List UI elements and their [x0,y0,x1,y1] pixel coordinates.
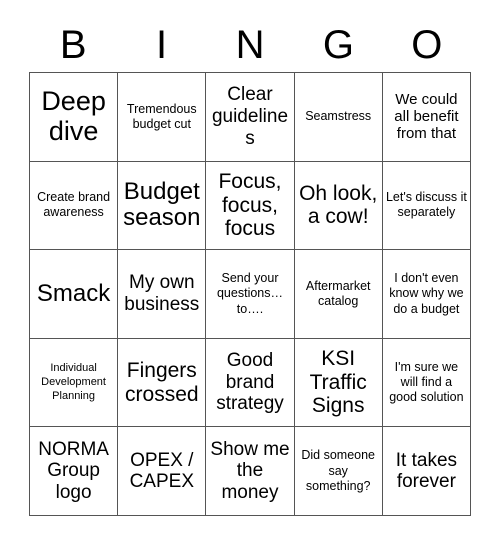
bingo-cell-label: We could all benefit from that [394,90,459,143]
bingo-cell-r5c1[interactable]: NORMA Group logo [30,427,119,516]
bingo-cell-r4c3[interactable]: Good brand strategy [206,338,295,428]
bingo-cell-label: Send your questions… to…. [216,271,283,316]
bingo-header-letter-o: O [411,23,443,67]
bingo-cell-r5c2[interactable]: OPEX / CAPEX [118,427,207,516]
bingo-cell-r1c4[interactable]: Seamstress [294,73,383,162]
bingo-card: B I N G O Deep dive Tremendous budget cut… [0,0,500,544]
bingo-cell-r2c1[interactable]: Create brand awareness [30,161,119,251]
bingo-cell-r1c1[interactable]: Deep dive [30,73,119,162]
bingo-cell-label: I don't even know why we do a budget [389,271,464,316]
bingo-cell-r4c2[interactable]: Fingers crossed [118,338,207,428]
bingo-header-letter-i: I [156,23,168,67]
bingo-cell-label: Tremendous budget cut [126,101,197,131]
bingo-cell-r2c5[interactable]: Let's discuss it separately [382,161,471,251]
bingo-cell-label: Individual Development Planning [41,361,106,402]
bingo-header-row: B I N G O [29,18,471,72]
bingo-cell-label: Fingers crossed [125,358,199,406]
bingo-cell-label: NORMA Group logo [38,438,109,504]
bingo-cell-r3c2[interactable]: My own business [118,250,207,339]
bingo-grid: Deep dive Tremendous budget cut Clear guid… [29,72,471,516]
bingo-cell-label: OPEX / CAPEX [129,449,194,493]
bingo-header-letter-b: B [59,23,87,67]
bingo-cell-r2c4[interactable]: Oh look, a cow! [294,161,383,251]
bingo-cell-label: Aftermarket catalog [305,278,371,308]
bingo-cell-r1c2[interactable]: Tremendous budget cut [118,73,207,162]
bingo-cell-label: Create brand awareness [37,190,111,220]
bingo-cell-r4c5[interactable]: I'm sure we will find a good solution [382,338,471,428]
bingo-cell-r2c2[interactable]: Budget season [118,161,207,251]
bingo-cell-r1c3[interactable]: Clear guidelines [206,73,295,162]
bingo-cell-label: I'm sure we will find a good solution [389,359,464,405]
bingo-cell-label: KSI Traffic Signs [309,347,367,418]
bingo-header-letter-n: N [235,23,265,67]
bingo-cell-r4c4[interactable]: KSI Traffic Signs [294,338,383,428]
bingo-cell-r3c1[interactable]: Smack [30,250,119,339]
bingo-cell-label: Smack [36,279,111,307]
bingo-cell-label: It takes forever [395,449,458,493]
bingo-cell-label: Oh look, a cow! [299,181,378,229]
bingo-cell-label: Seamstress [305,109,372,124]
bingo-header-letter-g: G [322,23,354,67]
bingo-cell-r3c3[interactable]: Send your questions… to…. [206,250,295,339]
bingo-cell-label: Clear guidelines [211,84,289,149]
bingo-cell-label: Deep dive [41,86,106,146]
bingo-cell-r4c1[interactable]: Individual Development Planning [30,338,119,428]
bingo-cell-r5c5[interactable]: It takes forever [382,427,471,516]
bingo-cell-label: Show me the money [210,438,290,504]
bingo-cell-r2c3[interactable]: Focus, focus, focus [206,161,295,251]
bingo-cell-label: Budget season [123,177,201,232]
bingo-cell-label: Focus, focus, focus [218,169,282,241]
bingo-cell-r1c5[interactable]: We could all benefit from that [382,73,471,162]
bingo-cell-r3c4[interactable]: Aftermarket catalog [294,250,383,339]
bingo-cell-label: Good brand strategy [216,350,284,415]
bingo-cell-label: Let's discuss it separately [385,190,467,220]
bingo-cell-label: My own business [124,272,200,315]
bingo-cell-r5c3[interactable]: Show me the money [206,427,295,516]
bingo-cell-r3c5[interactable]: I don't even know why we do a budget [382,250,471,339]
bingo-cell-label: Did someone say something? [301,448,376,493]
bingo-cell-r5c4[interactable]: Did someone say something? [294,427,383,516]
